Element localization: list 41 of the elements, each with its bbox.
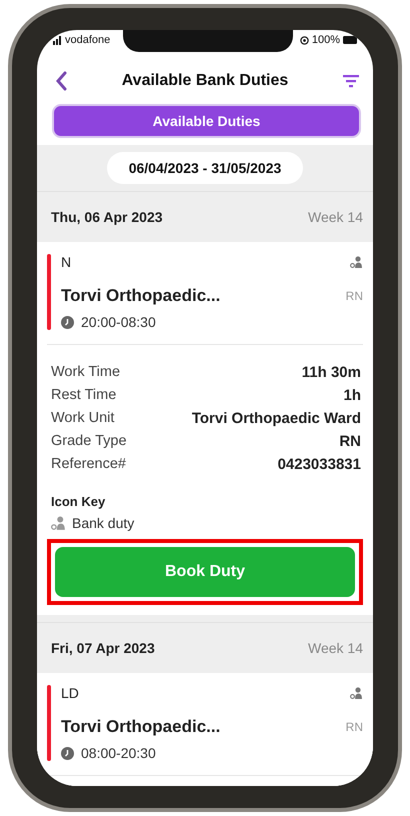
detail-value: Torvi Orthopaedic Ward: [192, 409, 361, 429]
shift-code: N: [61, 254, 72, 270]
battery-icon: [343, 36, 357, 44]
person-icon: [350, 687, 363, 699]
detail-value: 0423033831: [278, 455, 361, 475]
duty-card[interactable]: LD Torvi Orthopaedic... RN 08:00-20:30: [37, 673, 373, 786]
ward-name: Torvi Orthopaedic...: [61, 286, 220, 306]
back-icon[interactable]: [55, 71, 67, 91]
icon-key-label: Bank duty: [72, 515, 134, 531]
filter-icon[interactable]: [342, 74, 359, 88]
grade-label: RN: [346, 289, 363, 303]
page-title: Available Bank Duties: [122, 72, 288, 90]
shift-time: 20:00-08:30: [81, 314, 156, 330]
day-date: Fri, 07 Apr 2023: [51, 640, 155, 656]
detail-label: Work Time: [51, 363, 120, 382]
clock-icon: [61, 746, 74, 760]
tab[interactable]: Available Duties: [52, 104, 361, 138]
detail-value: 11h 30m: [302, 363, 361, 383]
detail-value: RN: [339, 432, 361, 452]
date-range[interactable]: 06/04/2023 - 31/05/2023: [106, 152, 304, 184]
rotation-lock-icon: [300, 36, 309, 44]
person-icon: [51, 516, 66, 530]
detail-label: Reference#: [51, 455, 126, 474]
icon-key-title: Icon Key: [51, 494, 106, 509]
shift-code: LD: [61, 685, 79, 701]
detail-label: Grade Type: [51, 432, 127, 451]
clock-icon: [61, 316, 74, 328]
week-label: Week 14: [308, 209, 363, 225]
detail-value: 1h: [343, 386, 361, 406]
detail-label: Rest Time: [51, 386, 116, 405]
shift-time: 08:00-20:30: [81, 745, 156, 761]
duty-card[interactable]: N Torvi Orthopaedic... RN 20:00-08:30 Work Time 11h 30m Rest Time 1h Work Unit Torvi Orthopaedic Ward Grade Type RN Reference# 0423033831 Icon Key Bank duty Book Duty: [37, 242, 373, 615]
detail-label: Work Unit: [51, 409, 114, 428]
day-date: Thu, 06 Apr 2023: [51, 209, 163, 225]
carrier-name: vodafone: [65, 34, 110, 46]
ward-name: Torvi Orthopaedic...: [61, 717, 220, 737]
week-label: Week 14: [308, 640, 363, 656]
person-icon: [350, 256, 363, 268]
grade-label: RN: [346, 720, 363, 734]
signal-icon: [53, 36, 62, 44]
battery-percent: 100%: [312, 34, 340, 46]
